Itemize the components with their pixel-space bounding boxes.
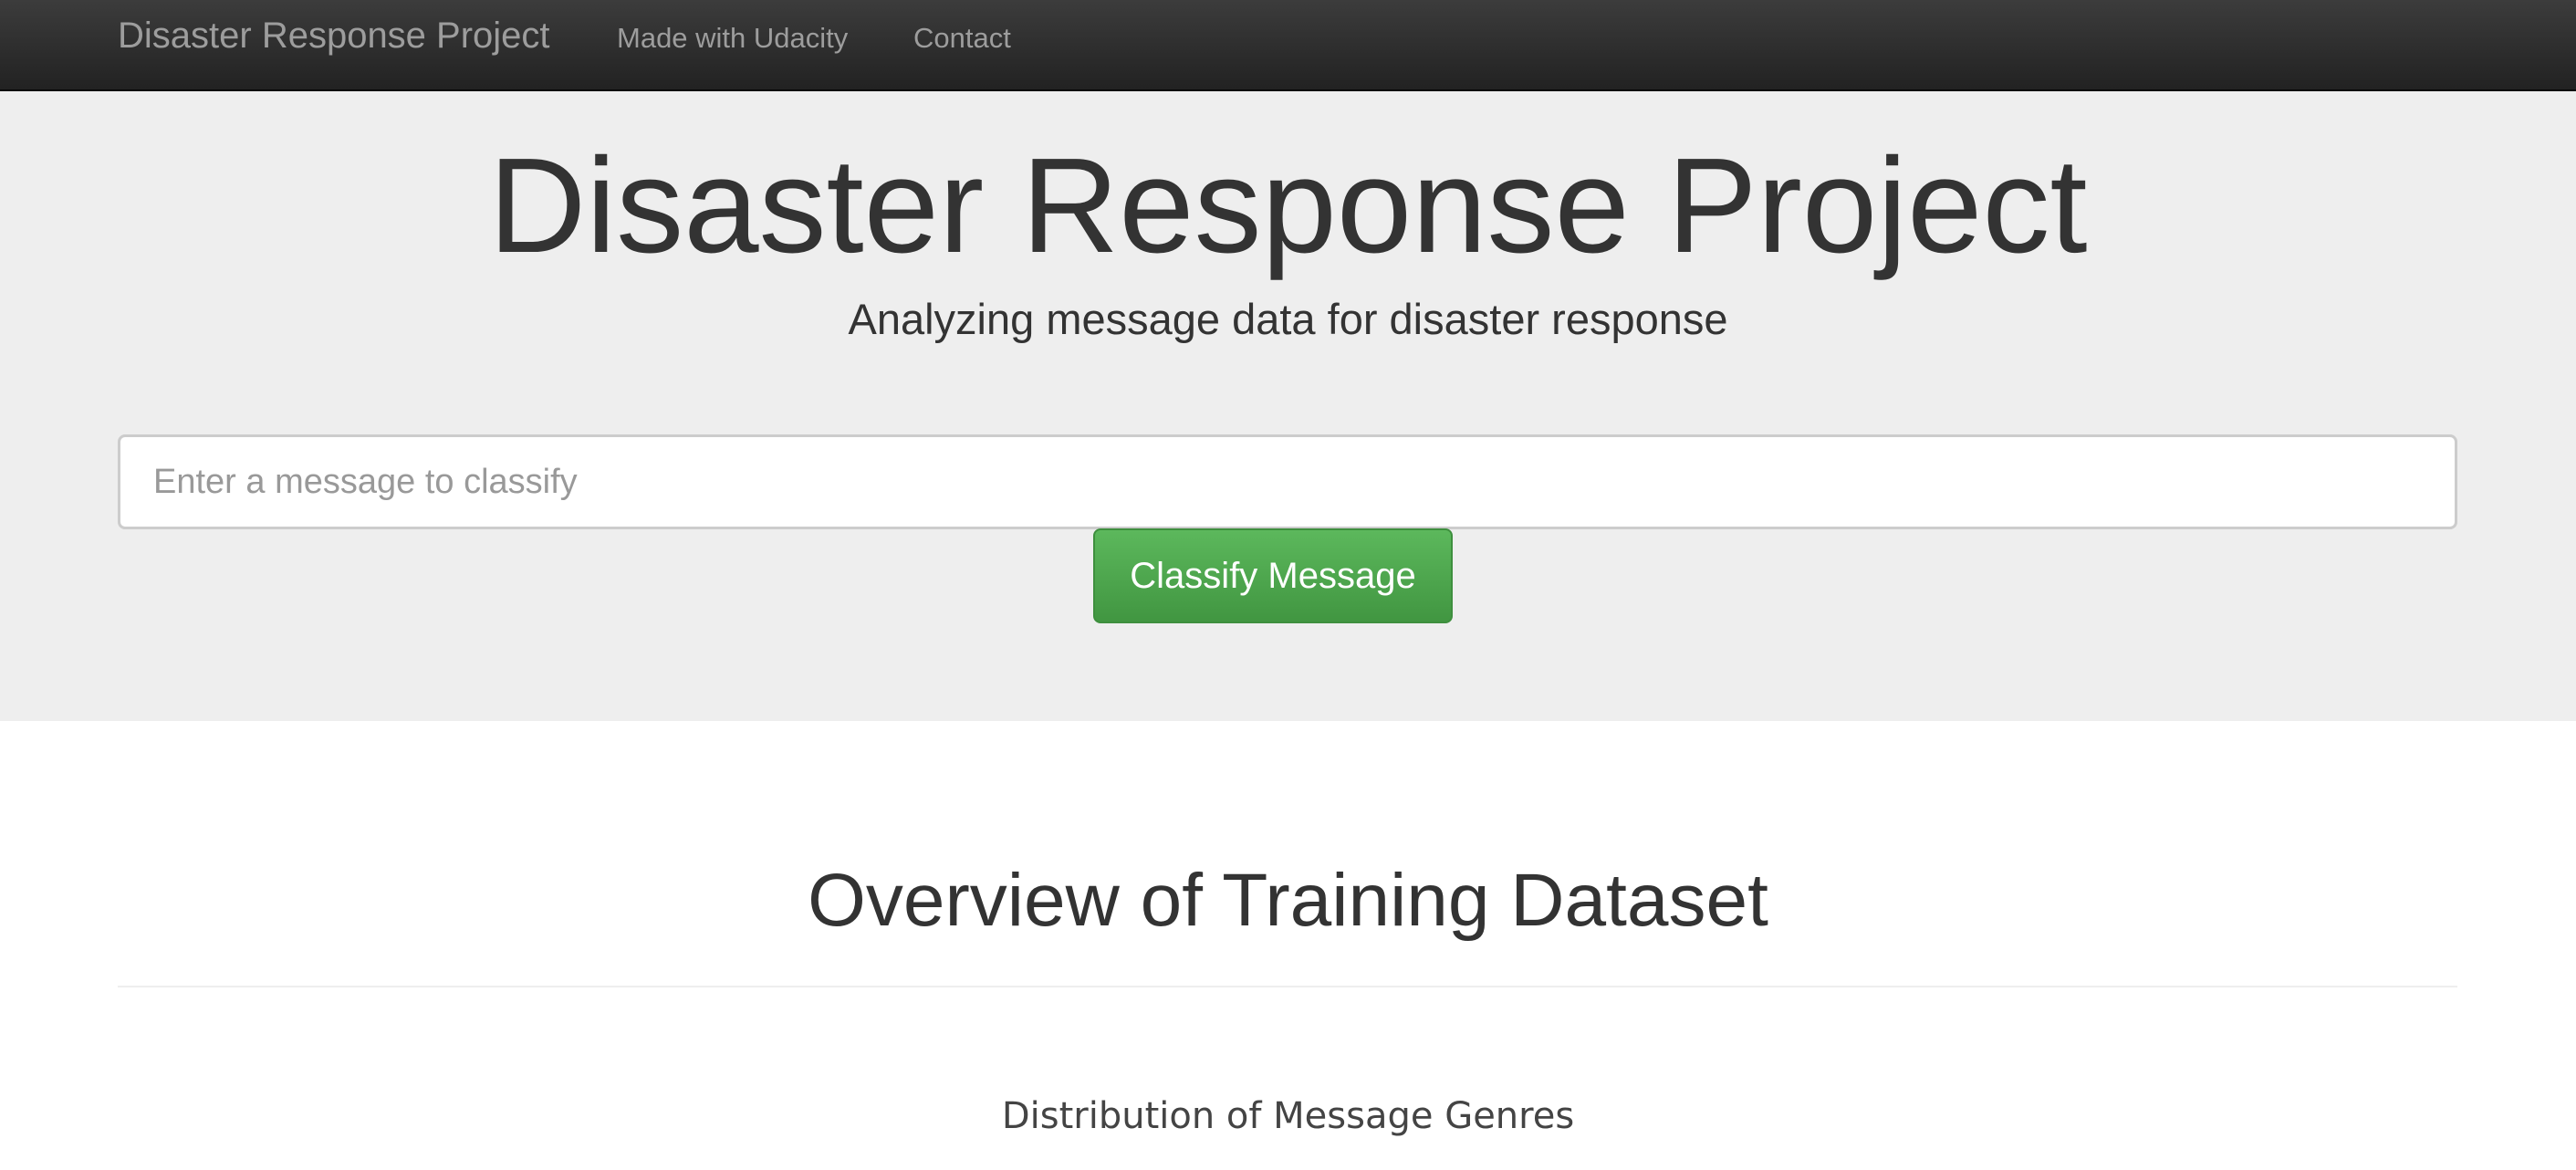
- nav-link-made-with-udacity[interactable]: Made with Udacity: [617, 22, 848, 55]
- hero-title: Disaster Response Project: [488, 131, 2088, 281]
- classify-message-button[interactable]: Classify Message: [1093, 528, 1453, 623]
- navbar-brand-link[interactable]: Disaster Response Project: [118, 16, 550, 57]
- section-divider: [118, 986, 2457, 987]
- genre-chart-title: Distribution of Message Genres: [1001, 1095, 1575, 1137]
- hero-subtitle: Analyzing message data for disaster resp…: [848, 295, 1728, 343]
- hero-jumbotron: Disaster Response Project Analyzing mess…: [0, 91, 2576, 721]
- nav-link-contact[interactable]: Contact: [913, 22, 1011, 55]
- overview-section-title: Overview of Training Dataset: [808, 859, 1768, 942]
- message-input[interactable]: [118, 434, 2457, 529]
- top-navbar: Disaster Response Project Made with Udac…: [0, 0, 2576, 91]
